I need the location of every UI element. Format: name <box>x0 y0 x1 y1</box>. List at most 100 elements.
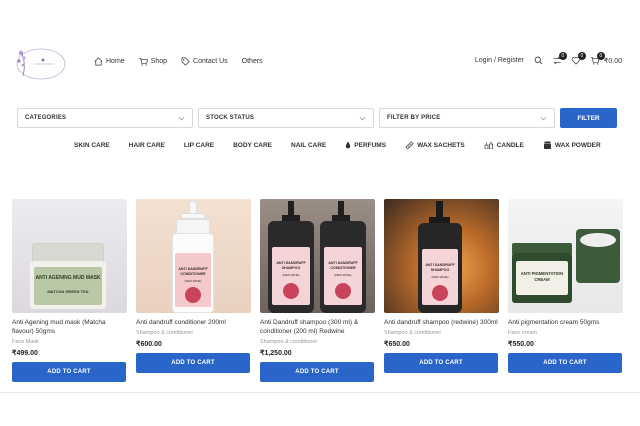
category-wax-powder[interactable]: WAX POWDER <box>543 141 601 149</box>
product-price: ₹499.00 <box>12 350 38 357</box>
category-nail-care[interactable]: NAIL CARE <box>291 142 326 149</box>
price-filter-select[interactable]: FILTER BY PRICE <box>379 108 555 128</box>
category-perfums[interactable]: PERFUMS <box>345 141 386 149</box>
nav-home[interactable]: Home <box>94 57 125 66</box>
search-icon <box>534 56 543 65</box>
product-category[interactable]: Face cream <box>508 330 623 336</box>
category-label: WAX POWDER <box>554 141 601 149</box>
tag-icon <box>181 57 190 66</box>
jar-sub-text: MATCHA GREEN TEA <box>47 289 89 294</box>
product-card[interactable]: ANTI AGENING MUD MASK MATCHA GREEN TEA A… <box>12 199 127 382</box>
product-image[interactable]: ANTI DANDRUFF SHAMPOO (RED WINE) ANTI DA… <box>260 199 375 313</box>
stock-status-select-label: STOCK STATUS <box>206 115 255 121</box>
cart-icon <box>139 57 148 66</box>
add-to-cart-button[interactable]: ADD TO CART <box>12 362 126 382</box>
category-body-care[interactable]: BODY CARE <box>233 142 272 149</box>
product-price: ₹1,250.00 <box>260 350 292 357</box>
category-label: CANDLE <box>496 141 524 149</box>
bottle-sub-text: (RED WINE) <box>334 273 352 277</box>
product-image[interactable]: ANTI AGENING MUD MASK MATCHA GREEN TEA <box>12 199 127 313</box>
add-to-cart-button[interactable]: ADD TO CART <box>384 353 498 373</box>
product-name[interactable]: Anti dandruff shampoo (redwine) 300ml <box>384 318 499 327</box>
nav-others[interactable]: Others <box>242 58 263 65</box>
wax-jar-icon <box>543 141 551 149</box>
wax-strip-icon <box>405 141 414 149</box>
product-card[interactable]: ANTI DANDRUFF CONDITIONER (RED WINE) Ant… <box>136 199 251 382</box>
add-to-cart-button[interactable]: ADD TO CART <box>260 362 374 382</box>
wishlist-button[interactable]: 0 <box>571 52 586 65</box>
product-card[interactable]: ANTI DANDRUFF SHAMPOO (RED WINE) Anti da… <box>384 199 499 382</box>
category-lip-care[interactable]: LIP CARE <box>184 142 214 149</box>
main-nav: Home Shop Contact Us Others <box>94 57 277 66</box>
product-name[interactable]: Anti Agening mud mask (Matcha flavour) 5… <box>12 318 127 336</box>
login-register-link[interactable]: Login / Register <box>475 57 524 64</box>
category-label: NAIL CARE <box>291 141 327 149</box>
compare-button[interactable]: 0 <box>552 52 567 65</box>
wishlist-count-badge: 0 <box>577 52 586 60</box>
add-to-cart-button[interactable]: ADD TO CART <box>136 353 250 373</box>
site-header: Home Shop Contact Us Others Login / Regi… <box>0 0 640 100</box>
bottle-sub-text: (RED WINE) <box>431 275 449 279</box>
category-label: HAIR CARE <box>128 141 165 149</box>
product-filters: CATEGORIES STOCK STATUS FILTER BY PRICE … <box>17 108 617 128</box>
product-card[interactable]: ANTI DANDRUFF SHAMPOO (RED WINE) ANTI DA… <box>260 199 375 382</box>
categories-select[interactable]: CATEGORIES <box>17 108 193 128</box>
search-button[interactable] <box>534 56 543 65</box>
product-image[interactable]: ANTI PIGMENTATION CREAM <box>508 199 623 313</box>
candle-icon <box>484 141 493 149</box>
product-category[interactable]: Shampoo & conditioner <box>260 339 375 345</box>
stock-status-select[interactable]: STOCK STATUS <box>198 108 374 128</box>
nav-contact[interactable]: Contact Us <box>181 57 228 66</box>
category-label: SKIN CARE <box>74 141 110 149</box>
cart-button[interactable]: 0 <box>590 52 605 65</box>
category-hair-care[interactable]: HAIR CARE <box>129 142 165 149</box>
product-image[interactable]: ANTI DANDRUFF CONDITIONER (RED WINE) <box>136 199 251 313</box>
bottle-label-text: ANTI DANDRUFF CONDITIONER <box>178 267 208 276</box>
bottle-label-text: ANTI DANDRUFF SHAMPOO <box>425 263 455 272</box>
product-category[interactable]: Shampoo & conditioner <box>384 330 499 336</box>
chevron-down-icon <box>178 116 185 120</box>
bottle-label-text: ANTI DANDRUFF CONDITIONER <box>328 261 358 270</box>
category-label: PERFUMS <box>354 141 387 149</box>
product-category[interactable]: Face Mask <box>12 339 127 345</box>
header-tools: Login / Register 0 0 0 ₹0.00 <box>475 52 622 65</box>
jar-label-text: ANTI AGENING MUD MASK <box>35 275 101 281</box>
category-links: SKIN CARE HAIR CARE LIP CARE BODY CARE N… <box>74 141 620 149</box>
product-name[interactable]: Anti pigmentation cream 50gms <box>508 318 623 327</box>
product-name[interactable]: Anti Dandruff shampoo (300 ml) & conditi… <box>260 318 375 336</box>
chevron-down-icon <box>359 116 366 120</box>
chevron-down-icon <box>540 116 547 120</box>
category-label: BODY CARE <box>233 141 272 149</box>
product-price: ₹600.00 <box>136 341 162 348</box>
product-grid: ANTI AGENING MUD MASK MATCHA GREEN TEA A… <box>12 199 632 382</box>
home-icon <box>94 57 103 66</box>
product-price: ₹650.00 <box>384 341 410 348</box>
product-category[interactable]: Shampoo & conditioner <box>136 330 251 336</box>
cart-count-badge: 0 <box>596 52 605 60</box>
nav-home-label: Home <box>106 58 125 65</box>
product-card[interactable]: ANTI PIGMENTATION CREAM Anti pigmentatio… <box>508 199 623 382</box>
product-price: ₹550.00 <box>508 341 534 348</box>
categories-select-label: CATEGORIES <box>25 115 67 121</box>
nav-others-label: Others <box>241 58 263 65</box>
bottle-sub-text: (RED WINE) <box>282 273 300 277</box>
category-label: LIP CARE <box>183 141 215 149</box>
category-candle[interactable]: CANDLE <box>484 141 524 149</box>
product-name[interactable]: Anti dandruff conditioner 200ml <box>136 318 251 327</box>
nav-shop-label: Shop <box>150 58 168 65</box>
category-label: WAX SACHETS <box>417 141 465 149</box>
product-image[interactable]: ANTI DANDRUFF SHAMPOO (RED WINE) <box>384 199 499 313</box>
price-filter-select-label: FILTER BY PRICE <box>387 115 441 121</box>
add-to-cart-button[interactable]: ADD TO CART <box>508 353 622 373</box>
divider <box>0 392 640 393</box>
flower-logo[interactable] <box>13 44 68 82</box>
bottle-sub-text: (RED WINE) <box>184 279 202 283</box>
compare-count-badge: 0 <box>558 52 567 60</box>
cart-total[interactable]: ₹0.00 <box>604 57 622 65</box>
bottle-label-text: ANTI DANDRUFF SHAMPOO <box>276 261 306 270</box>
category-skin-care[interactable]: SKIN CARE <box>74 142 110 149</box>
filter-button[interactable]: FILTER <box>560 108 617 128</box>
category-wax-sachets[interactable]: WAX SACHETS <box>405 141 465 149</box>
nav-contact-label: Contact Us <box>193 58 228 65</box>
nav-shop[interactable]: Shop <box>139 57 167 66</box>
